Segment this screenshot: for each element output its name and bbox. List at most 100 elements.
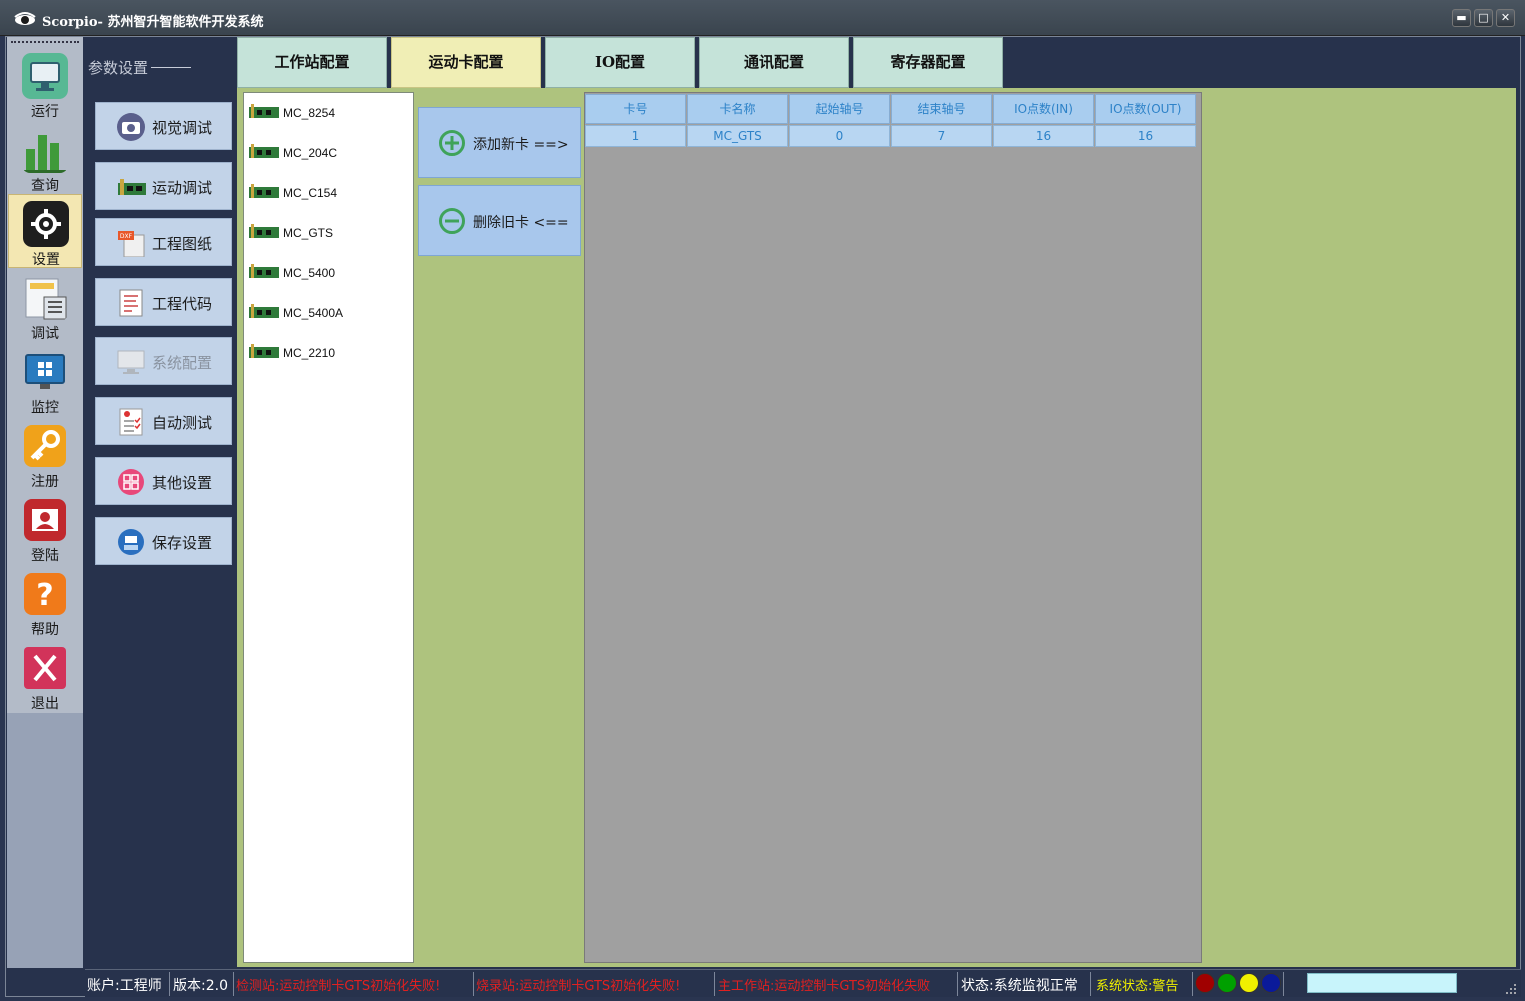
nav-label: 运行 xyxy=(31,104,59,120)
column-header-start-axis[interactable]: 起始轴号 xyxy=(789,94,890,124)
green-lamp-indicator xyxy=(1217,973,1237,993)
tab-workstation-config[interactable]: 工作站配置 xyxy=(237,37,387,88)
list-item[interactable]: MC_8254 xyxy=(249,102,409,126)
nav-item-settings[interactable]: 设置 xyxy=(8,194,82,268)
card-type-label: MC_5400A xyxy=(283,306,344,320)
nav-item-query[interactable]: 查询 xyxy=(8,121,82,195)
nav-item-exit[interactable]: 退出 xyxy=(8,639,82,713)
settings-panel-title: 参数设置 xyxy=(88,59,149,77)
engineering-code-button[interactable]: 工程代码 xyxy=(95,278,232,326)
yellow-lamp-indicator xyxy=(1239,973,1259,993)
list-item[interactable]: MC_C154 xyxy=(249,182,409,206)
close-button[interactable]: ✕ xyxy=(1496,9,1515,27)
card-config-grid[interactable] xyxy=(584,92,1202,963)
status-separator xyxy=(473,972,474,996)
camera-icon xyxy=(117,113,145,141)
motion-card-icon xyxy=(249,304,279,318)
nav-label: 帮助 xyxy=(31,622,59,638)
motion-debug-button[interactable]: 运动调试 xyxy=(95,162,232,210)
list-item[interactable]: MC_204C xyxy=(249,142,409,166)
table-cell[interactable]: 1 xyxy=(585,125,686,147)
status-separator xyxy=(957,972,958,996)
calculator-icon xyxy=(25,278,67,320)
status-separator xyxy=(1192,972,1193,996)
button-label: 运动调试 xyxy=(152,179,213,197)
inspection-station-error: 检测站:运动控制卡GTS初始化失败! xyxy=(236,979,441,994)
tab-register-config[interactable]: 寄存器配置 xyxy=(853,37,1003,88)
card-type-label: MC_8254 xyxy=(283,106,336,120)
nav-item-monitor[interactable]: 监控 xyxy=(8,343,82,417)
nav-divider xyxy=(11,41,79,43)
motion-card-icon xyxy=(249,184,279,198)
nav-item-debug[interactable]: 调试 xyxy=(8,269,82,343)
vision-debug-button[interactable]: 视觉调试 xyxy=(95,102,232,150)
list-item[interactable]: MC_5400 xyxy=(249,262,409,286)
nav-item-help[interactable]: ? 帮助 xyxy=(8,565,82,639)
table-cell[interactable]: 0 xyxy=(789,125,890,147)
card-type-label: MC_2210 xyxy=(283,346,336,360)
motion-card-icon xyxy=(249,104,279,118)
system-config-button[interactable]: 系统配置 xyxy=(95,337,232,385)
status-message-box xyxy=(1307,973,1457,993)
other-settings-button[interactable]: 其他设置 xyxy=(95,457,232,505)
status-separator xyxy=(1090,972,1091,996)
card-type-list[interactable]: MC_8254 MC_204C MC_C154 MC_GTS MC_5400 M… xyxy=(243,92,414,963)
system-status-warning: 系统状态:警告 xyxy=(1096,979,1179,994)
column-header-card-name[interactable]: 卡名称 xyxy=(687,94,788,124)
nav-label: 退出 xyxy=(31,696,59,712)
button-label: 工程代码 xyxy=(152,295,213,313)
monitor-status: 状态:系统监视正常 xyxy=(961,978,1078,994)
tab-io-config[interactable]: IO配置 xyxy=(545,37,695,88)
list-item[interactable]: MC_GTS xyxy=(249,222,409,246)
nav-item-run[interactable]: 运行 xyxy=(8,47,82,121)
dxf-file-icon: DXF xyxy=(118,231,145,257)
table-cell[interactable]: MC_GTS xyxy=(687,125,788,147)
table-cell[interactable]: 7 xyxy=(891,125,992,147)
monitor-icon xyxy=(22,53,68,99)
tab-motion-card-config[interactable]: 运动卡配置 xyxy=(391,37,541,88)
burning-station-error: 烧录站:运动控制卡GTS初始化失败! xyxy=(476,979,681,994)
motion-card-icon xyxy=(249,144,279,158)
column-header-io-out[interactable]: IO点数(OUT) xyxy=(1095,94,1196,124)
table-cell[interactable]: 16 xyxy=(993,125,1094,147)
svg-text:DXF: DXF xyxy=(120,233,133,240)
auto-test-button[interactable]: 自动测试 xyxy=(95,397,232,445)
minimize-button[interactable]: ▬ xyxy=(1452,9,1471,27)
nav-item-register[interactable]: 注册 xyxy=(8,417,82,491)
status-separator xyxy=(1283,972,1284,996)
nav-item-login[interactable]: 登陆 xyxy=(8,491,82,565)
button-label: 保存设置 xyxy=(152,534,213,552)
column-header-end-axis[interactable]: 结束轴号 xyxy=(891,94,992,124)
nav-label: 登陆 xyxy=(31,548,59,564)
save-settings-button[interactable]: 保存设置 xyxy=(95,517,232,565)
card-type-label: MC_GTS xyxy=(283,226,334,240)
add-card-label: 添加新卡 ==> xyxy=(473,137,569,153)
main-nav: 运行 查询 设置 调试 监控 注册 登陆 ? 帮助 退出 xyxy=(7,37,83,713)
remove-card-label: 删除旧卡 <== xyxy=(473,215,569,231)
status-separator xyxy=(233,972,234,996)
gear-icon xyxy=(23,201,69,247)
button-label: 系统配置 xyxy=(152,354,213,372)
motion-card-icon xyxy=(249,224,279,238)
minus-circle-icon xyxy=(439,208,465,234)
code-doc-icon xyxy=(119,289,143,317)
column-header-io-in[interactable]: IO点数(IN) xyxy=(993,94,1094,124)
list-item[interactable]: MC_2210 xyxy=(249,342,409,366)
status-separator xyxy=(714,972,715,996)
engineering-drawings-button[interactable]: DXF 工程图纸 xyxy=(95,218,232,266)
button-label: 工程图纸 xyxy=(152,235,213,253)
list-item[interactable]: MC_5400A xyxy=(249,302,409,326)
nav-label: 注册 xyxy=(31,474,59,490)
table-cell[interactable]: 16 xyxy=(1095,125,1196,147)
card-type-label: MC_5400 xyxy=(283,266,336,280)
resize-grip-icon[interactable] xyxy=(1505,983,1517,995)
title-bar: Scorpio- 苏州智升智能软件开发系统 ▬ □ ✕ xyxy=(0,0,1525,36)
add-card-button[interactable]: 添加新卡 ==> xyxy=(418,107,581,178)
exit-icon xyxy=(24,647,66,689)
maximize-button[interactable]: □ xyxy=(1474,9,1493,27)
remove-card-button[interactable]: 删除旧卡 <== xyxy=(418,185,581,256)
button-label: 其他设置 xyxy=(152,474,213,492)
tab-communication-config[interactable]: 通讯配置 xyxy=(699,37,849,88)
motion-card-icon xyxy=(118,179,146,195)
column-header-card-number[interactable]: 卡号 xyxy=(585,94,686,124)
